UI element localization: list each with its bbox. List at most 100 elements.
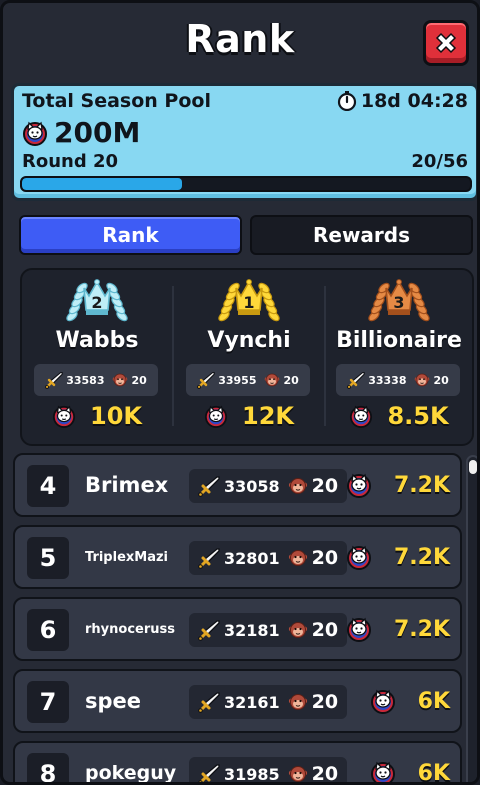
podium-reward-text: 12K xyxy=(242,402,294,430)
rank-number: 8 xyxy=(27,753,69,782)
scrollbar-thumb[interactable] xyxy=(469,460,477,474)
round-progress-fill xyxy=(22,178,182,190)
round-label: Round 20 xyxy=(22,151,119,172)
player-reward: 7.2K xyxy=(346,599,450,659)
player-level: 20 xyxy=(311,763,339,785)
rank-number: 5 xyxy=(27,537,69,579)
podium-reward: 8.5K xyxy=(324,402,474,430)
podium-place-number: 1 xyxy=(243,293,254,312)
rank-row[interactable]: 4 Brimex 33058 20 7.2K xyxy=(13,453,462,517)
podium-stats: 33955 20 xyxy=(186,364,310,396)
top-three-podium: 2 Wabbs 33583 20 10K 1 Vynchi 33955 20 1… xyxy=(20,268,474,446)
rank-row[interactable]: 5 TriplexMazi 32801 20 7.2K xyxy=(13,525,462,589)
season-pool-label: Total Season Pool xyxy=(22,90,211,112)
round-progress-bar xyxy=(20,176,472,192)
player-level: 20 xyxy=(311,691,339,713)
close-x-icon xyxy=(435,32,457,54)
player-power: 32161 xyxy=(223,692,280,712)
player-reward-text: 7.2K xyxy=(393,472,450,498)
player-stats: 31985 20 xyxy=(189,757,347,785)
monkey-face-icon xyxy=(288,476,308,496)
cat-coin-icon xyxy=(370,688,396,714)
player-power: 33058 xyxy=(223,476,280,496)
rank-list-scrollbar[interactable] xyxy=(466,455,477,782)
player-stats: 33058 20 xyxy=(189,469,347,503)
bronze-laurel-icon: 3 xyxy=(368,279,430,322)
monkey-face-icon xyxy=(288,548,308,568)
tab-rank[interactable]: Rank xyxy=(19,215,242,255)
monkey-face-icon xyxy=(288,764,308,782)
player-name: TriplexMazi xyxy=(85,549,169,565)
sword-icon xyxy=(198,475,220,497)
round-progress-text: 20/56 xyxy=(411,151,468,172)
pool-amount: 200M xyxy=(22,116,140,149)
podium-power: 33583 xyxy=(66,373,105,387)
rank-row[interactable]: 7 spee 32161 20 6K xyxy=(13,669,462,733)
cat-coin-icon xyxy=(346,544,372,570)
rank-row[interactable]: 6 rhynoceruss 32181 20 7.2K xyxy=(13,597,462,661)
player-reward-text: 6K xyxy=(417,688,450,714)
player-reward: 6K xyxy=(370,743,450,785)
player-name: Brimex xyxy=(85,473,169,497)
cat-coin-icon xyxy=(346,472,372,498)
player-name: pokeguy xyxy=(85,762,177,784)
monkey-face-icon xyxy=(264,372,280,388)
tab-bar: Rank Rewards xyxy=(19,215,473,257)
player-name: rhynoceruss xyxy=(85,621,175,637)
cat-coin-icon xyxy=(349,404,373,428)
player-reward-text: 6K xyxy=(417,760,450,785)
rank-number: 7 xyxy=(27,681,69,723)
podium-power: 33338 xyxy=(368,373,407,387)
podium-player-name: Wabbs xyxy=(55,328,139,353)
player-stats: 32181 20 xyxy=(189,613,347,647)
season-timer: 18d 04:28 xyxy=(337,90,468,112)
rank-number: 6 xyxy=(27,609,69,651)
podium-stats: 33583 20 xyxy=(34,364,158,396)
monkey-face-icon xyxy=(288,692,308,712)
podium-reward: 12K xyxy=(174,402,324,430)
season-pool-card: Total Season Pool 18d 04:28 200M Round 2… xyxy=(11,83,477,201)
player-name: spee xyxy=(85,689,142,713)
podium-third[interactable]: 3 Billionaire 33338 20 8.5K xyxy=(324,270,474,444)
player-level: 20 xyxy=(311,475,339,497)
podium-place-number: 2 xyxy=(91,293,102,312)
page-title: Rank xyxy=(185,17,295,61)
monkey-face-icon xyxy=(288,620,308,640)
podium-reward-text: 10K xyxy=(90,402,142,430)
podium-level: 20 xyxy=(131,373,147,387)
cat-coin-icon xyxy=(204,404,228,428)
podium-reward: 10K xyxy=(22,402,172,430)
podium-place-number: 3 xyxy=(393,293,404,312)
gold-laurel-icon: 1 xyxy=(218,279,280,322)
sword-icon xyxy=(197,371,215,389)
sword-icon xyxy=(198,691,220,713)
sword-icon xyxy=(347,371,365,389)
podium-level: 20 xyxy=(283,373,299,387)
sword-icon xyxy=(198,763,220,782)
title-bar: Rank xyxy=(3,3,477,83)
monkey-face-icon xyxy=(414,372,430,388)
player-reward: 7.2K xyxy=(346,527,450,587)
sword-icon xyxy=(198,619,220,641)
cat-coin-icon xyxy=(52,404,76,428)
podium-player-name: Billionaire xyxy=(336,328,462,353)
player-stats: 32161 20 xyxy=(189,685,347,719)
player-power: 32801 xyxy=(223,548,280,568)
player-level: 20 xyxy=(311,547,339,569)
tab-rewards[interactable]: Rewards xyxy=(250,215,473,255)
player-reward: 7.2K xyxy=(346,455,450,515)
cat-coin-icon xyxy=(370,760,396,782)
rank-row[interactable]: 8 pokeguy 31985 20 6K xyxy=(13,741,462,785)
podium-second[interactable]: 2 Wabbs 33583 20 10K xyxy=(22,270,172,444)
season-timer-text: 18d 04:28 xyxy=(360,90,468,112)
player-reward-text: 7.2K xyxy=(393,544,450,570)
cat-coin-icon xyxy=(22,120,48,146)
rank-number: 4 xyxy=(27,465,69,507)
podium-first[interactable]: 1 Vynchi 33955 20 12K xyxy=(174,270,324,444)
player-stats: 32801 20 xyxy=(189,541,347,575)
podium-reward-text: 8.5K xyxy=(387,402,449,430)
close-button[interactable] xyxy=(423,20,469,66)
sword-icon xyxy=(198,547,220,569)
podium-level: 20 xyxy=(433,373,449,387)
rank-panel: Rank Total Season Pool 18d 04:28 200M Ro… xyxy=(0,0,480,785)
